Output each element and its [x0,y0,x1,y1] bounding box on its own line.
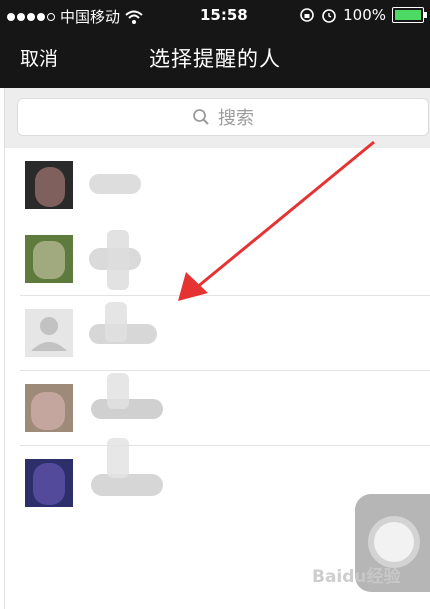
nav-bar: 取消 选择提醒的人 [0,30,430,88]
search-bar: 搜索 [4,88,430,148]
search-input[interactable]: 搜索 [17,98,429,136]
search-placeholder: 搜索 [218,108,254,129]
page-title: 选择提醒的人 [149,47,281,71]
contact-row[interactable] [5,371,430,445]
status-time: 15:58 [200,6,248,24]
contact-name [89,373,229,421]
assistive-touch-core [374,522,414,562]
battery-icon [392,7,427,23]
rotation-lock-icon [300,8,314,22]
avatar [25,459,73,507]
avatar [25,235,73,283]
contact-name [89,438,229,496]
contact-row[interactable] [5,148,430,222]
avatar [25,384,73,432]
carrier-name: 中国移动 [60,8,121,26]
contact-name [89,230,229,290]
alarm-icon [322,9,336,23]
status-right: 100% [299,6,427,24]
battery-percent: 100% [343,6,386,24]
avatar [25,309,73,357]
carrier-info: 中国移动 [7,6,143,27]
contact-name [89,302,229,346]
avatar [25,161,73,209]
wifi-icon [125,10,143,24]
contact-name [89,170,229,198]
search-icon [193,109,209,125]
default-avatar-icon [31,317,67,351]
status-bar: 中国移动 15:58 100% [0,0,430,30]
contact-row[interactable] [5,296,430,370]
watermark: Baidu经验 [312,567,401,587]
signal-strength-icon [7,12,55,21]
contact-row[interactable] [5,222,430,296]
